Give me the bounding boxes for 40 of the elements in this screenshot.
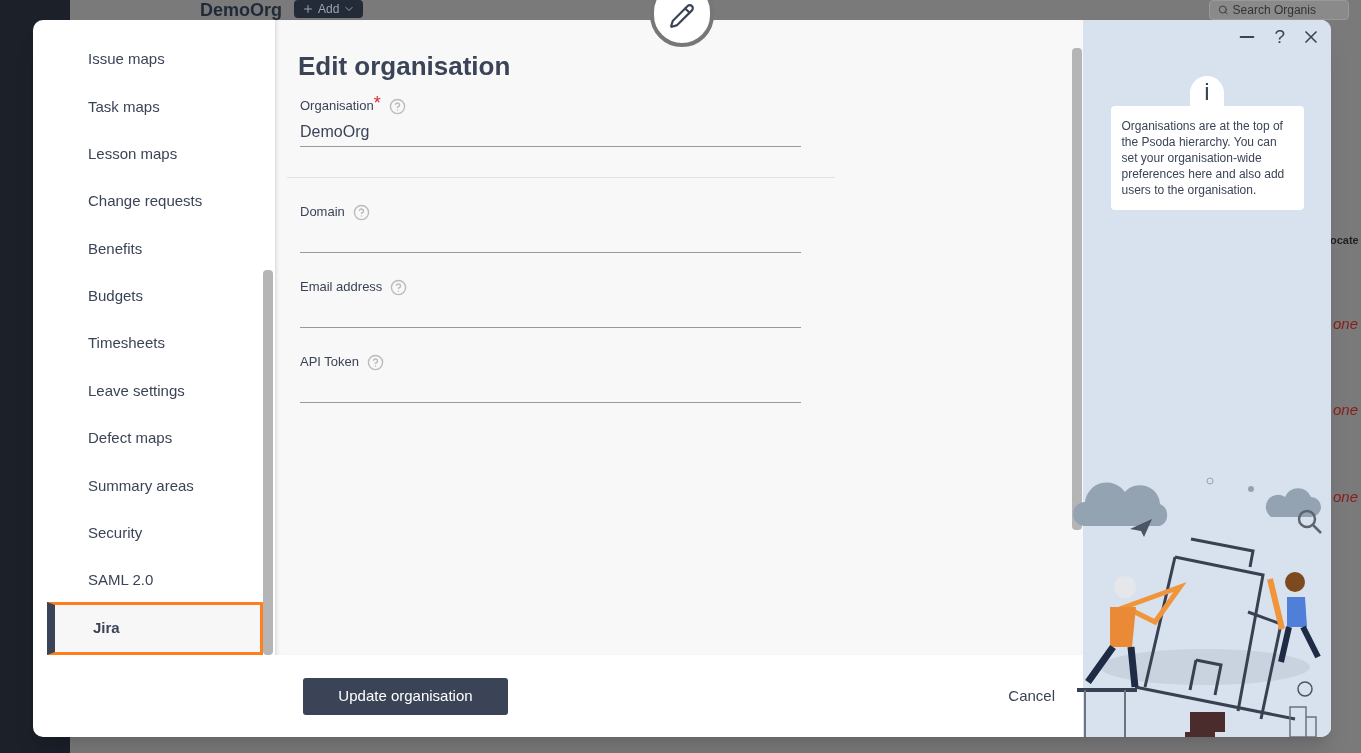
nav-item[interactable]: Task maps bbox=[47, 83, 263, 131]
nav-item[interactable]: Security bbox=[47, 509, 263, 557]
help-icon[interactable] bbox=[367, 353, 385, 371]
nav-item[interactable]: Issue maps bbox=[47, 36, 263, 84]
nav-item[interactable]: Benefits bbox=[47, 225, 263, 273]
organisation-title: DemoOrg bbox=[200, 0, 282, 20]
add-button[interactable]: Add bbox=[294, 0, 364, 18]
help-button[interactable]: ? bbox=[1274, 23, 1285, 52]
dialog-title: Edit organisation bbox=[297, 50, 512, 82]
field-label: API Token bbox=[300, 353, 360, 372]
nav-item[interactable]: Change requests bbox=[47, 178, 263, 226]
table-cell-text: one bbox=[1332, 486, 1360, 507]
nav-item[interactable]: Summary areas bbox=[47, 462, 263, 510]
table-cell-text: one bbox=[1332, 313, 1360, 334]
search-field[interactable]: Search Organis bbox=[1209, 0, 1349, 20]
info-marker: i bbox=[1190, 75, 1224, 106]
nav-item[interactable]: Jira bbox=[47, 602, 263, 655]
nav-item[interactable]: Defect maps bbox=[47, 414, 263, 463]
nav-item[interactable]: Lesson maps bbox=[47, 130, 263, 179]
help-icon[interactable] bbox=[390, 278, 408, 296]
nav-item[interactable]: Budgets bbox=[47, 272, 263, 321]
cancel-button[interactable]: Cancel bbox=[1008, 684, 1055, 708]
plus-icon bbox=[302, 3, 314, 15]
scrollbar-thumb[interactable] bbox=[263, 270, 273, 655]
nav-item[interactable]: SAML 2.0 bbox=[47, 556, 263, 605]
update-organisation-button[interactable]: Update organisation bbox=[303, 677, 508, 715]
field-label: Organisation* bbox=[300, 96, 381, 116]
table-cell-text: ocate bbox=[1329, 233, 1360, 248]
info-text: Organisations are at the top of the Psoda hierarchy. You can set your organisation-wide preferences here and also add users to the organisation. bbox=[1110, 105, 1304, 210]
help-icon[interactable] bbox=[352, 203, 370, 221]
scrollbar-thumb[interactable] bbox=[1072, 48, 1082, 530]
text-field[interactable]: DemoOrg bbox=[300, 117, 801, 147]
search-icon bbox=[1218, 4, 1229, 16]
nav-item[interactable]: Leave settings bbox=[47, 367, 263, 415]
help-icon[interactable] bbox=[388, 97, 406, 115]
pencil-icon bbox=[669, 3, 695, 29]
field-label: Domain bbox=[300, 203, 345, 222]
nav-item[interactable]: Timesheets bbox=[47, 320, 263, 368]
table-cell-text: one bbox=[1332, 400, 1360, 420]
field-label: Email address bbox=[300, 278, 383, 297]
